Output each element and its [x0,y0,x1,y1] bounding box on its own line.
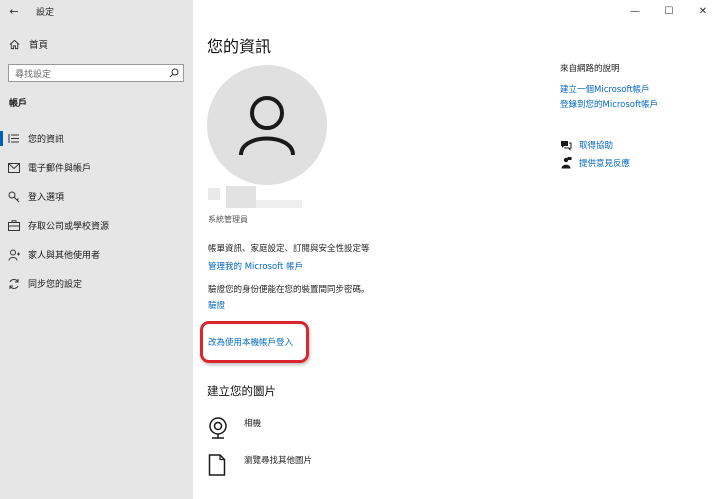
sidebar-item-label: 您的資訊 [28,135,65,145]
sidebar-item-your-info[interactable]: 您的資訊 [0,124,193,153]
sidebar-item-label: 電子郵件與帳戶 [28,164,92,174]
home-nav-item[interactable]: 首頁 [0,33,193,55]
mail-icon [0,162,28,173]
chat-help-icon [560,139,572,151]
feedback-link[interactable]: 提供意見反應 [560,157,630,169]
billing-description: 帳單資訊、家庭設定、訂閱與安全性設定等 [208,244,370,254]
key-icon [0,191,28,203]
help-title: 來自網路的說明 [560,64,620,74]
manage-account-link[interactable]: 管理我的 Microsoft 帳戶 [208,260,303,272]
home-icon [0,39,28,50]
home-label: 首頁 [29,40,49,51]
browse-label: 瀏覽尋找其他圖片 [244,456,313,466]
app-title: 設定 [36,7,55,18]
sidebar-item-label: 存取公司或學校資源 [28,222,110,232]
title-bar: ← 設定 [0,0,193,22]
sidebar-item-family[interactable]: 家人與其他使用者 [0,240,193,269]
search-icon[interactable] [165,68,183,78]
get-help-label: 取得協助 [579,141,614,151]
avatar [207,65,327,185]
webcam-icon [208,417,230,439]
sidebar-item-label: 登入選項 [28,193,65,203]
camera-option[interactable]: 相機 [208,417,261,439]
signin-account-link[interactable]: 登錄到您的Microsoft帳戶 [560,98,658,110]
sidebar-item-label: 同步您的設定 [28,280,83,290]
verify-description: 驗證您的身份便能在您的裝置間同步密碼。 [208,285,370,295]
search-input[interactable]: 尋找設定 [8,64,184,82]
briefcase-icon [0,220,28,231]
sidebar-item-signin[interactable]: 登入選項 [0,182,193,211]
main-content: 您的資訊 系統管理員 帳單資訊、家庭設定、訂閱與安全性設定等 管理我的 Micr… [193,0,720,499]
feedback-label: 提供意見反應 [579,159,631,169]
sync-icon [0,278,28,290]
create-picture-heading: 建立您的圖片 [207,384,276,398]
back-button[interactable]: ← [0,0,28,22]
sidebar-item-label: 家人與其他使用者 [28,251,101,261]
account-name-redacted [208,186,303,210]
browse-option[interactable]: 瀏覽尋找其他圖片 [208,454,312,476]
search-placeholder: 尋找設定 [15,69,52,80]
local-account-link[interactable]: 改為使用本機帳戶登入 [208,336,293,348]
page-title: 您的資訊 [207,37,272,56]
feedback-icon [560,157,572,169]
sidebar-item-work-school[interactable]: 存取公司或學校資源 [0,211,193,240]
section-label: 帳戶 [9,99,28,109]
people-icon [0,249,28,261]
get-help-link[interactable]: 取得協助 [560,139,613,151]
user-list-icon [0,133,28,144]
user-icon [239,96,295,156]
create-account-link[interactable]: 建立一個Microsoft帳戶 [560,83,650,95]
sidebar-item-sync[interactable]: 同步您的設定 [0,269,193,298]
verify-link[interactable]: 驗證 [208,299,225,311]
browse-file-icon [208,454,230,476]
sidebar-item-email[interactable]: 電子郵件與帳戶 [0,153,193,182]
account-role: 系統管理員 [208,215,248,224]
sidebar: ← 設定 首頁 尋找設定 帳戶 您的資訊 電子郵件與帳戶 登入選項 存取公司或學… [0,0,193,499]
sidebar-nav: 您的資訊 電子郵件與帳戶 登入選項 存取公司或學校資源 家人與其他使用者 同步您… [0,124,193,298]
camera-label: 相機 [244,419,262,429]
